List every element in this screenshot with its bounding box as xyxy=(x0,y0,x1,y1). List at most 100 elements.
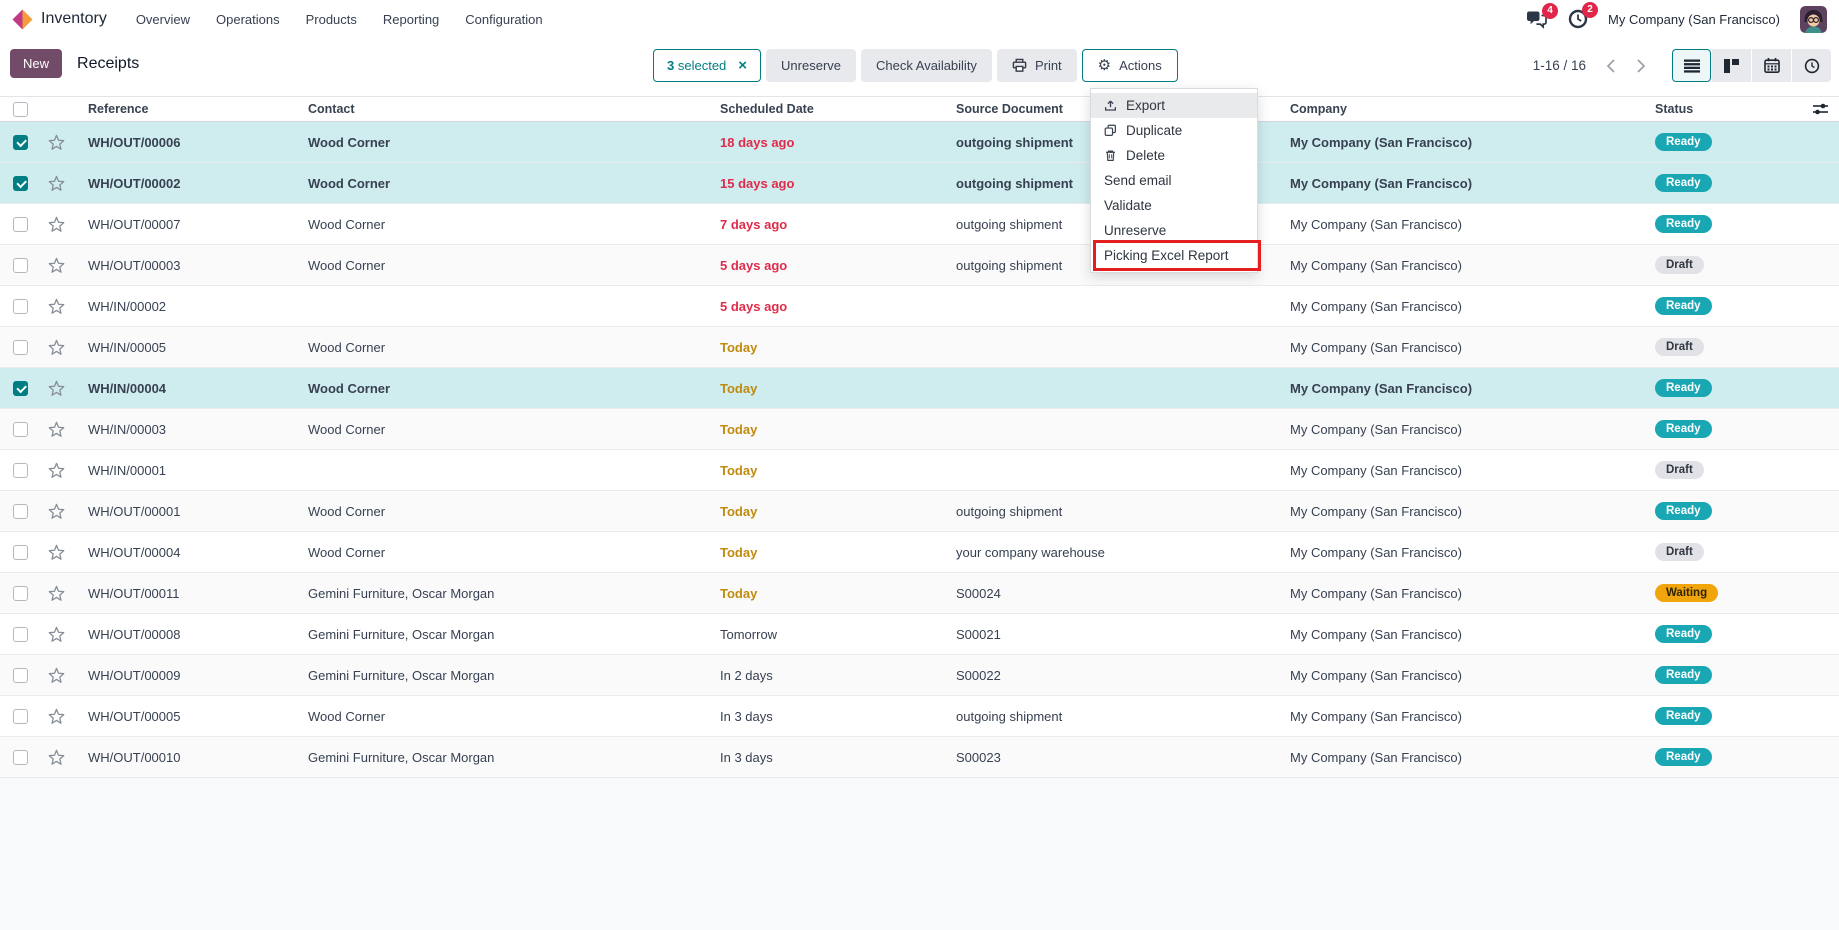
table-row[interactable]: WH/OUT/00008Gemini Furniture, Oscar Morg… xyxy=(0,614,1839,655)
inventory-app-icon[interactable] xyxy=(12,9,33,30)
table-row[interactable]: WH/OUT/00005Wood CornerIn 3 daysoutgoing… xyxy=(0,696,1839,737)
row-checkbox-cell xyxy=(0,504,40,519)
activity-view-icon[interactable] xyxy=(1792,49,1831,82)
row-checkbox[interactable] xyxy=(13,750,28,765)
table-row[interactable]: WH/OUT/00002Wood Corner15 days agooutgoi… xyxy=(0,163,1839,204)
row-checkbox[interactable] xyxy=(13,709,28,724)
favorite-star-icon[interactable] xyxy=(40,503,76,520)
cell-status: Draft xyxy=(1643,256,1800,274)
favorite-star-icon[interactable] xyxy=(40,339,76,356)
column-header-scheduled-date[interactable]: Scheduled Date xyxy=(708,102,944,116)
table-row[interactable]: WH/OUT/00007Wood Corner7 days agooutgoin… xyxy=(0,204,1839,245)
app-name[interactable]: Inventory xyxy=(41,10,107,28)
favorite-star-icon[interactable] xyxy=(40,667,76,684)
row-checkbox[interactable] xyxy=(13,135,28,150)
new-button[interactable]: New xyxy=(10,49,62,78)
table-row[interactable]: WH/IN/00003Wood CornerTodayMy Company (S… xyxy=(0,409,1839,450)
table-row[interactable]: WH/IN/00004Wood CornerTodayMy Company (S… xyxy=(0,368,1839,409)
clear-selection-icon[interactable]: × xyxy=(738,58,747,73)
cell-scheduled-date: Today xyxy=(708,340,944,355)
cell-reference: WH/OUT/00001 xyxy=(76,504,296,519)
cell-company: My Company (San Francisco) xyxy=(1278,709,1643,724)
print-button[interactable]: Print xyxy=(997,49,1077,82)
activities-clock-icon[interactable]: 2 xyxy=(1568,9,1588,29)
row-checkbox-cell xyxy=(0,176,40,191)
cell-company: My Company (San Francisco) xyxy=(1278,258,1643,273)
row-checkbox[interactable] xyxy=(13,545,28,560)
cell-scheduled-date: 5 days ago xyxy=(708,299,944,314)
cell-status: Draft xyxy=(1643,543,1800,561)
favorite-star-icon[interactable] xyxy=(40,298,76,315)
row-checkbox[interactable] xyxy=(13,258,28,273)
favorite-star-icon[interactable] xyxy=(40,585,76,602)
row-checkbox[interactable] xyxy=(13,463,28,478)
pager-next-icon[interactable] xyxy=(1626,49,1656,82)
list-view-icon[interactable] xyxy=(1672,49,1711,82)
favorite-star-icon[interactable] xyxy=(40,257,76,274)
column-header-contact[interactable]: Contact xyxy=(296,102,708,116)
table-row[interactable]: WH/OUT/00006Wood Corner18 days agooutgoi… xyxy=(0,122,1839,163)
row-checkbox[interactable] xyxy=(13,586,28,601)
menu-item-validate[interactable]: Validate xyxy=(1091,193,1257,218)
table-row[interactable]: WH/OUT/00001Wood CornerTodayoutgoing shi… xyxy=(0,491,1839,532)
select-all-checkbox[interactable] xyxy=(13,102,28,117)
row-checkbox[interactable] xyxy=(13,299,28,314)
table-row[interactable]: WH/IN/00001TodayMy Company (San Francisc… xyxy=(0,450,1839,491)
check-availability-button[interactable]: Check Availability xyxy=(861,49,992,82)
nav-item-products[interactable]: Products xyxy=(293,6,370,33)
row-checkbox[interactable] xyxy=(13,381,28,396)
favorite-star-icon[interactable] xyxy=(40,462,76,479)
favorite-star-icon[interactable] xyxy=(40,380,76,397)
messages-icon[interactable]: 4 xyxy=(1525,10,1548,29)
row-checkbox[interactable] xyxy=(13,504,28,519)
favorite-star-icon[interactable] xyxy=(40,421,76,438)
table-row[interactable]: WH/OUT/00011Gemini Furniture, Oscar Morg… xyxy=(0,573,1839,614)
cell-scheduled-date: Today xyxy=(708,504,944,519)
favorite-star-icon[interactable] xyxy=(40,544,76,561)
favorite-star-icon[interactable] xyxy=(40,749,76,766)
table-row[interactable]: WH/OUT/00004Wood CornerTodayyour company… xyxy=(0,532,1839,573)
table-row[interactable]: WH/OUT/00009Gemini Furniture, Oscar Morg… xyxy=(0,655,1839,696)
nav-item-reporting[interactable]: Reporting xyxy=(370,6,452,33)
menu-item-delete[interactable]: Delete xyxy=(1091,143,1257,168)
menu-item-export[interactable]: Export xyxy=(1091,93,1257,118)
row-checkbox[interactable] xyxy=(13,176,28,191)
actions-button[interactable]: ⚙ Actions xyxy=(1082,49,1178,82)
row-checkbox[interactable] xyxy=(13,422,28,437)
column-header-reference[interactable]: Reference xyxy=(76,102,296,116)
row-checkbox-cell xyxy=(0,340,40,355)
row-checkbox[interactable] xyxy=(13,340,28,355)
column-header-company[interactable]: Company xyxy=(1278,102,1643,116)
column-header-status[interactable]: Status xyxy=(1643,102,1800,116)
row-checkbox-cell xyxy=(0,750,40,765)
nav-item-overview[interactable]: Overview xyxy=(123,6,203,33)
optional-columns-icon[interactable] xyxy=(1800,102,1839,116)
favorite-star-icon[interactable] xyxy=(40,175,76,192)
menu-item-picking-excel-report[interactable]: Picking Excel Report xyxy=(1091,243,1257,268)
calendar-view-icon[interactable] xyxy=(1752,49,1791,82)
cell-contact: Wood Corner xyxy=(296,545,708,560)
row-checkbox[interactable] xyxy=(13,627,28,642)
menu-item-duplicate[interactable]: Duplicate xyxy=(1091,118,1257,143)
company-switcher[interactable]: My Company (San Francisco) xyxy=(1608,12,1780,27)
kanban-view-icon[interactable] xyxy=(1712,49,1751,82)
menu-item-unreserve[interactable]: Unreserve xyxy=(1091,218,1257,243)
favorite-star-icon[interactable] xyxy=(40,216,76,233)
cell-scheduled-date: Today xyxy=(708,422,944,437)
table-row[interactable]: WH/IN/00005Wood CornerTodayMy Company (S… xyxy=(0,327,1839,368)
nav-item-operations[interactable]: Operations xyxy=(203,6,293,33)
favorite-star-icon[interactable] xyxy=(40,134,76,151)
row-checkbox[interactable] xyxy=(13,217,28,232)
nav-item-configuration[interactable]: Configuration xyxy=(452,6,555,33)
pager-previous-icon[interactable] xyxy=(1596,49,1626,82)
unreserve-button[interactable]: Unreserve xyxy=(766,49,856,82)
row-checkbox[interactable] xyxy=(13,668,28,683)
favorite-star-icon[interactable] xyxy=(40,708,76,725)
table-row[interactable]: WH/OUT/00003Wood Corner5 days agooutgoin… xyxy=(0,245,1839,286)
table-row[interactable]: WH/IN/000025 days agoMy Company (San Fra… xyxy=(0,286,1839,327)
menu-item-send-email[interactable]: Send email xyxy=(1091,168,1257,193)
favorite-star-icon[interactable] xyxy=(40,626,76,643)
table-row[interactable]: WH/OUT/00010Gemini Furniture, Oscar Morg… xyxy=(0,737,1839,778)
user-avatar[interactable] xyxy=(1800,6,1827,33)
table-header: Reference Contact Scheduled Date Source … xyxy=(0,96,1839,122)
